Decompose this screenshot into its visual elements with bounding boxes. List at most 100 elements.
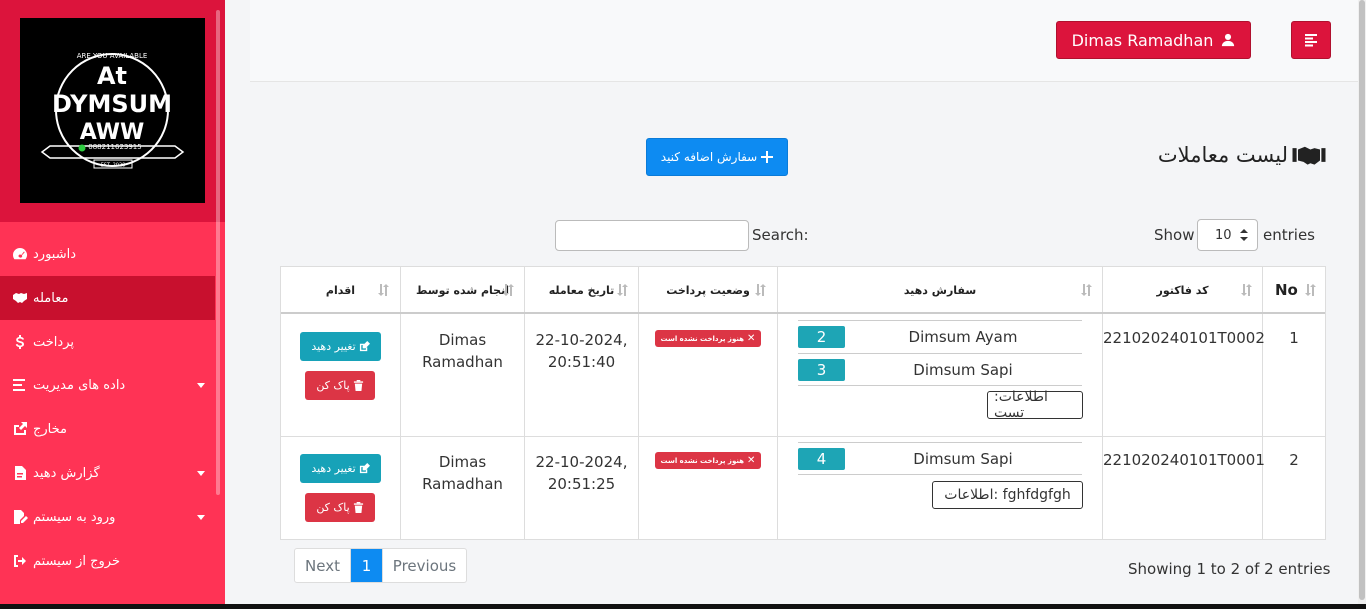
scrollbar-thumb[interactable] — [1359, 0, 1365, 600]
sidebar-brand: At DYMSUM AWW ARE YOU AVAILABLE 08821162… — [0, 0, 225, 222]
next-page-button[interactable]: Next — [295, 549, 351, 582]
search-input[interactable] — [555, 220, 749, 251]
sidebar-item-transaction[interactable]: معامله — [0, 276, 215, 320]
sidebar-item-expenses[interactable]: مخارج — [0, 407, 215, 451]
row2-status-badge: هنوز پرداخت نشده است ✕ — [655, 452, 761, 469]
sort-icon — [616, 284, 630, 296]
logo-line3: AWW — [80, 120, 145, 145]
sidebar-item-label: داده های مدیریت — [33, 377, 126, 393]
sidebar-item-label: داشبورد — [33, 246, 76, 262]
header-invoice-code[interactable]: کد فاکتور — [1103, 267, 1262, 313]
handshake-icon — [12, 290, 32, 306]
logo-arc-text: ARE YOU AVAILABLE — [77, 52, 148, 60]
row2-item1-name: Dimsum Sapi — [913, 450, 1013, 468]
sidebar-item-label: ورود به سیستم — [33, 509, 116, 525]
entries-label: entries — [1263, 226, 1315, 244]
row1-status-badge: هنوز پرداخت نشده است ✕ — [655, 330, 761, 347]
entries-per-page-select[interactable]: 10 — [1197, 219, 1258, 251]
list-icon — [12, 377, 32, 393]
taskbar-strip — [0, 604, 1366, 609]
sort-icon — [754, 284, 768, 296]
row2-order-info: اطلاعات: fghfdgfgh — [932, 481, 1083, 509]
sort-icon — [1304, 284, 1318, 296]
logo-est: EST. 2020 — [101, 163, 126, 169]
chevron-down-icon — [197, 383, 205, 388]
user-menu-button[interactable]: Dimas Ramadhan — [1056, 21, 1251, 59]
share-icon — [12, 421, 32, 437]
row1-item1-name: Dimsum Ayam — [908, 328, 1018, 346]
row1-done-by: Dimas Ramadhan — [422, 331, 503, 371]
logo-graphic: At DYMSUM AWW ARE YOU AVAILABLE 08821162… — [40, 52, 185, 169]
dashboard-icon — [12, 246, 32, 262]
sidebar-item-label: مخارج — [33, 421, 67, 437]
row1-delete-button[interactable]: پاک کن — [305, 371, 375, 400]
sidebar-item-label: گزارش دهید — [33, 465, 100, 481]
sidebar-item-report[interactable]: گزارش دهید — [0, 451, 215, 495]
trash-icon — [353, 502, 363, 513]
dollar-icon — [12, 334, 32, 350]
sidebar-scrollbar[interactable] — [216, 10, 220, 495]
user-icon — [1222, 33, 1235, 47]
updown-icon — [1240, 229, 1248, 241]
sidebar-item-label: معامله — [33, 290, 69, 306]
logo-line2: DYMSUM — [52, 90, 172, 118]
sidebar-item-logout[interactable]: خروج از سیستم — [0, 539, 215, 583]
table-info: Showing 1 to 2 of 2 entries — [1128, 560, 1331, 578]
row1-no: 1 — [1289, 329, 1299, 347]
row2-delete-button[interactable]: پاک کن — [305, 493, 375, 522]
row2-item1-qty: 4 — [798, 448, 845, 470]
trash-icon — [353, 380, 363, 391]
page-scrollbar[interactable] — [1358, 0, 1366, 609]
edit-icon — [359, 341, 370, 352]
row1-order-info: اطلاعات: تست — [987, 389, 1083, 421]
page-1-button[interactable]: 1 — [351, 549, 382, 582]
file-signature-icon — [12, 509, 32, 525]
sidebar-item-login[interactable]: ورود به سیستم — [0, 495, 215, 539]
chevron-down-icon — [197, 471, 205, 476]
entries-per-page-value: 10 — [1215, 227, 1232, 243]
sidebar-item-label: پرداخت — [33, 334, 74, 350]
logo-phone: 088211623915 — [88, 143, 141, 151]
search-label: Search: — [752, 226, 809, 244]
previous-page-button[interactable]: Previous — [382, 549, 466, 582]
row1-item2-name: Dimsum Sapi — [913, 361, 1013, 379]
page-title-text: لیست معاملات — [1157, 143, 1288, 167]
header-order[interactable]: سفارش دهید — [778, 267, 1102, 313]
add-order-button[interactable]: سفارش اضافه کنید — [646, 138, 788, 176]
row2-no: 2 — [1289, 451, 1299, 469]
row2-date: 22-10-2024, 20:51:25 — [535, 453, 628, 493]
show-label: Show — [1154, 226, 1195, 244]
handshake-icon — [1292, 146, 1326, 165]
row1-item1-qty: 2 — [798, 326, 845, 348]
row2-done-by: Dimas Ramadhan — [422, 453, 503, 493]
row2-edit-button[interactable]: تغییر دهید — [300, 454, 381, 483]
user-name: Dimas Ramadhan — [1071, 30, 1214, 50]
chevron-down-icon — [197, 515, 205, 520]
sidebar-item-label: خروج از سیستم — [33, 553, 121, 569]
file-pdf-icon — [12, 465, 32, 481]
sort-icon — [502, 284, 516, 296]
page-title: لیست معاملات — [1100, 140, 1326, 170]
sort-icon — [377, 284, 391, 296]
sort-icon — [1080, 284, 1094, 296]
close-icon: ✕ — [747, 333, 756, 344]
row1-date: 22-10-2024, 20:51:40 — [535, 331, 628, 371]
logo-line1: At — [97, 62, 127, 90]
sidebar-item-dashboard[interactable]: داشبورد — [0, 232, 215, 276]
sign-out-icon — [12, 553, 32, 569]
plus-icon — [761, 151, 774, 163]
sort-icon — [1240, 284, 1254, 296]
close-icon: ✕ — [747, 455, 756, 466]
edit-icon — [359, 463, 370, 474]
transactions-table: اقدام انجام شده توسط تاریخ معامله وضعیت … — [280, 266, 1326, 540]
sidebar-item-payment[interactable]: پرداخت — [0, 320, 215, 364]
row2-invoice: 221020240101T0001 — [1103, 451, 1265, 469]
row1-edit-button[interactable]: تغییر دهید — [300, 332, 381, 361]
sidebar: At DYMSUM AWW ARE YOU AVAILABLE 08821162… — [0, 0, 225, 609]
brand-logo[interactable]: At DYMSUM AWW ARE YOU AVAILABLE 08821162… — [20, 18, 205, 203]
add-order-label: سفارش اضافه کنید — [660, 150, 758, 164]
align-right-icon — [1305, 34, 1317, 47]
sidebar-item-management-data[interactable]: داده های مدیریت — [0, 363, 215, 407]
sidebar-toggle-button[interactable] — [1291, 21, 1331, 59]
pagination: Next 1 Previous — [294, 548, 467, 583]
